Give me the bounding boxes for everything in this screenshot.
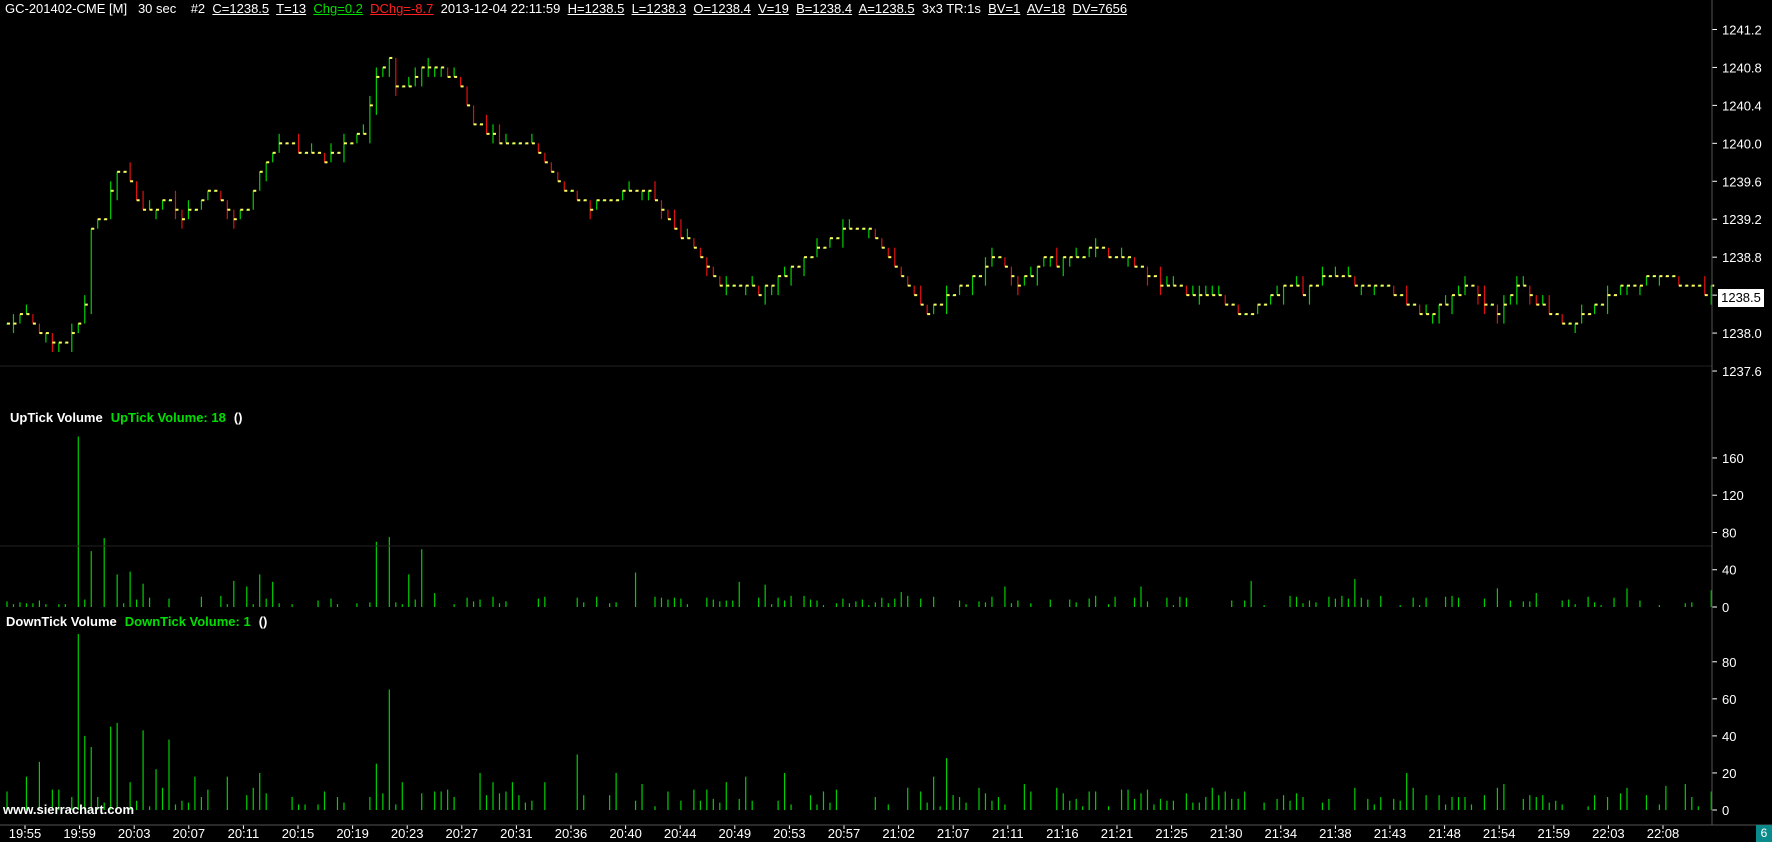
change-value: Chg=0.2 [313, 1, 363, 16]
time-label: 20:31 [500, 826, 533, 841]
price-axis-label: 1238.8 [1722, 250, 1762, 265]
ask-value: A=1238.5 [858, 1, 915, 16]
volume-value: V=19 [758, 1, 789, 16]
time-label: 22:03 [1592, 826, 1625, 841]
time-label: 19:59 [63, 826, 96, 841]
ask-volume-value: AV=18 [1026, 1, 1066, 16]
time-label: 20:03 [118, 826, 151, 841]
downtick-study-name: DownTick Volume [6, 614, 117, 629]
time-label: 19:55 [9, 826, 42, 841]
uptick-study-value: UpTick Volume: 18 [110, 410, 226, 425]
downtick-study-extra: () [258, 614, 268, 629]
downtick-study-value: DownTick Volume: 1 [124, 614, 251, 629]
time-label: 20:36 [555, 826, 588, 841]
downtick-axis-label: 80 [1722, 655, 1736, 670]
time-label: 21:43 [1374, 826, 1407, 841]
price-axis-label: 1238.0 [1722, 326, 1762, 341]
time-label: 21:25 [1155, 826, 1188, 841]
price-axis-label: 1239.2 [1722, 212, 1762, 227]
time-label: 20:44 [664, 826, 697, 841]
time-label: 20:19 [336, 826, 369, 841]
time-label: 20:07 [173, 826, 206, 841]
time-axis: 19:55 19:59 20:03 20:07 20:11 20:15 20:19 20:23… [9, 825, 1680, 841]
low-value: L=1238.3 [631, 1, 687, 16]
time-label: 21:54 [1483, 826, 1516, 841]
price-axis-label: 1241.2 [1722, 22, 1762, 37]
close-value: C=1238.5 [212, 1, 270, 16]
daily-volume-value: DV=7656 [1072, 1, 1128, 16]
uptick-axis-label: 0 [1722, 600, 1729, 615]
uptick-axis-label: 120 [1722, 488, 1744, 503]
time-label: 20:27 [446, 826, 479, 841]
price-chart-canvas[interactable]: 1237.61238.01238.41238.81239.21239.61240… [0, 0, 1772, 842]
time-label: 20:49 [719, 826, 752, 841]
uptick-volume-bars [6, 436, 1712, 607]
open-value: O=1238.4 [693, 1, 751, 16]
price-bars [6, 56, 1715, 353]
price-axis-label: 1240.8 [1722, 60, 1762, 75]
watermark: www.sierrachart.com [3, 802, 135, 817]
time-label: 21:34 [1265, 826, 1298, 841]
bid-volume-value: BV=1 [988, 1, 1021, 16]
time-label: 21:30 [1210, 826, 1243, 841]
price-axis-label: 1240.4 [1722, 98, 1762, 113]
uptick-axis-label: 40 [1722, 563, 1736, 578]
price-axis-label: 1237.6 [1722, 364, 1762, 379]
time-label: 20:11 [228, 826, 260, 841]
price-axis-label: 1240.0 [1722, 136, 1762, 151]
time-label: 20:40 [609, 826, 642, 841]
downtick-axis-label: 60 [1722, 692, 1736, 707]
chart-number: #2 [190, 1, 206, 16]
time-label: 20:15 [282, 826, 315, 841]
high-value: H=1238.5 [567, 1, 625, 16]
price-axis: 1237.61238.01238.41238.81239.21239.61240… [1712, 22, 1762, 818]
corner-button[interactable]: 6 [1756, 825, 1772, 842]
datetime-value: 2013-12-04 22:11:59 [440, 1, 561, 16]
time-label: 21:38 [1319, 826, 1352, 841]
misc-value: 3x3 TR:1s [921, 1, 981, 16]
time-label: 21:59 [1538, 826, 1571, 841]
bid-value: B=1238.4 [796, 1, 853, 16]
symbol-label[interactable]: GC-201402-CME [M] [5, 1, 127, 16]
chart-header: GC-201402-CME [M] 30 sec #2 C=1238.5 T=1… [5, 0, 1127, 17]
downtick-axis-label: 0 [1722, 803, 1729, 818]
time-label: 21:16 [1046, 826, 1079, 841]
downtick-volume-bars [6, 634, 1712, 810]
time-label: 21:48 [1428, 826, 1461, 841]
downtick-axis-label: 20 [1722, 766, 1736, 781]
time-label: 22:08 [1647, 826, 1680, 841]
trades-value: T=13 [276, 1, 307, 16]
downtick-panel-label[interactable]: DownTick Volume DownTick Volume: 1 () [6, 614, 267, 630]
daily-change-value: DChg=-8.7 [370, 1, 434, 16]
uptick-axis-label: 80 [1722, 525, 1736, 540]
time-label: 21:11 [992, 826, 1024, 841]
time-label: 21:21 [1101, 826, 1134, 841]
time-label: 21:07 [937, 826, 970, 841]
downtick-axis-label: 40 [1722, 729, 1736, 744]
time-label: 21:02 [882, 826, 915, 841]
price-axis-label: 1239.6 [1722, 174, 1762, 189]
time-label: 20:53 [773, 826, 806, 841]
uptick-panel-label[interactable]: UpTick Volume UpTick Volume: 18 () [10, 410, 243, 426]
time-label: 20:57 [828, 826, 861, 841]
uptick-study-extra: () [233, 410, 243, 425]
time-label: 20:23 [391, 826, 424, 841]
last-price-marker: 1238.5 [1718, 289, 1764, 307]
uptick-axis-label: 160 [1722, 451, 1744, 466]
interval-label: 30 sec [137, 1, 177, 16]
uptick-study-name: UpTick Volume [10, 410, 103, 425]
